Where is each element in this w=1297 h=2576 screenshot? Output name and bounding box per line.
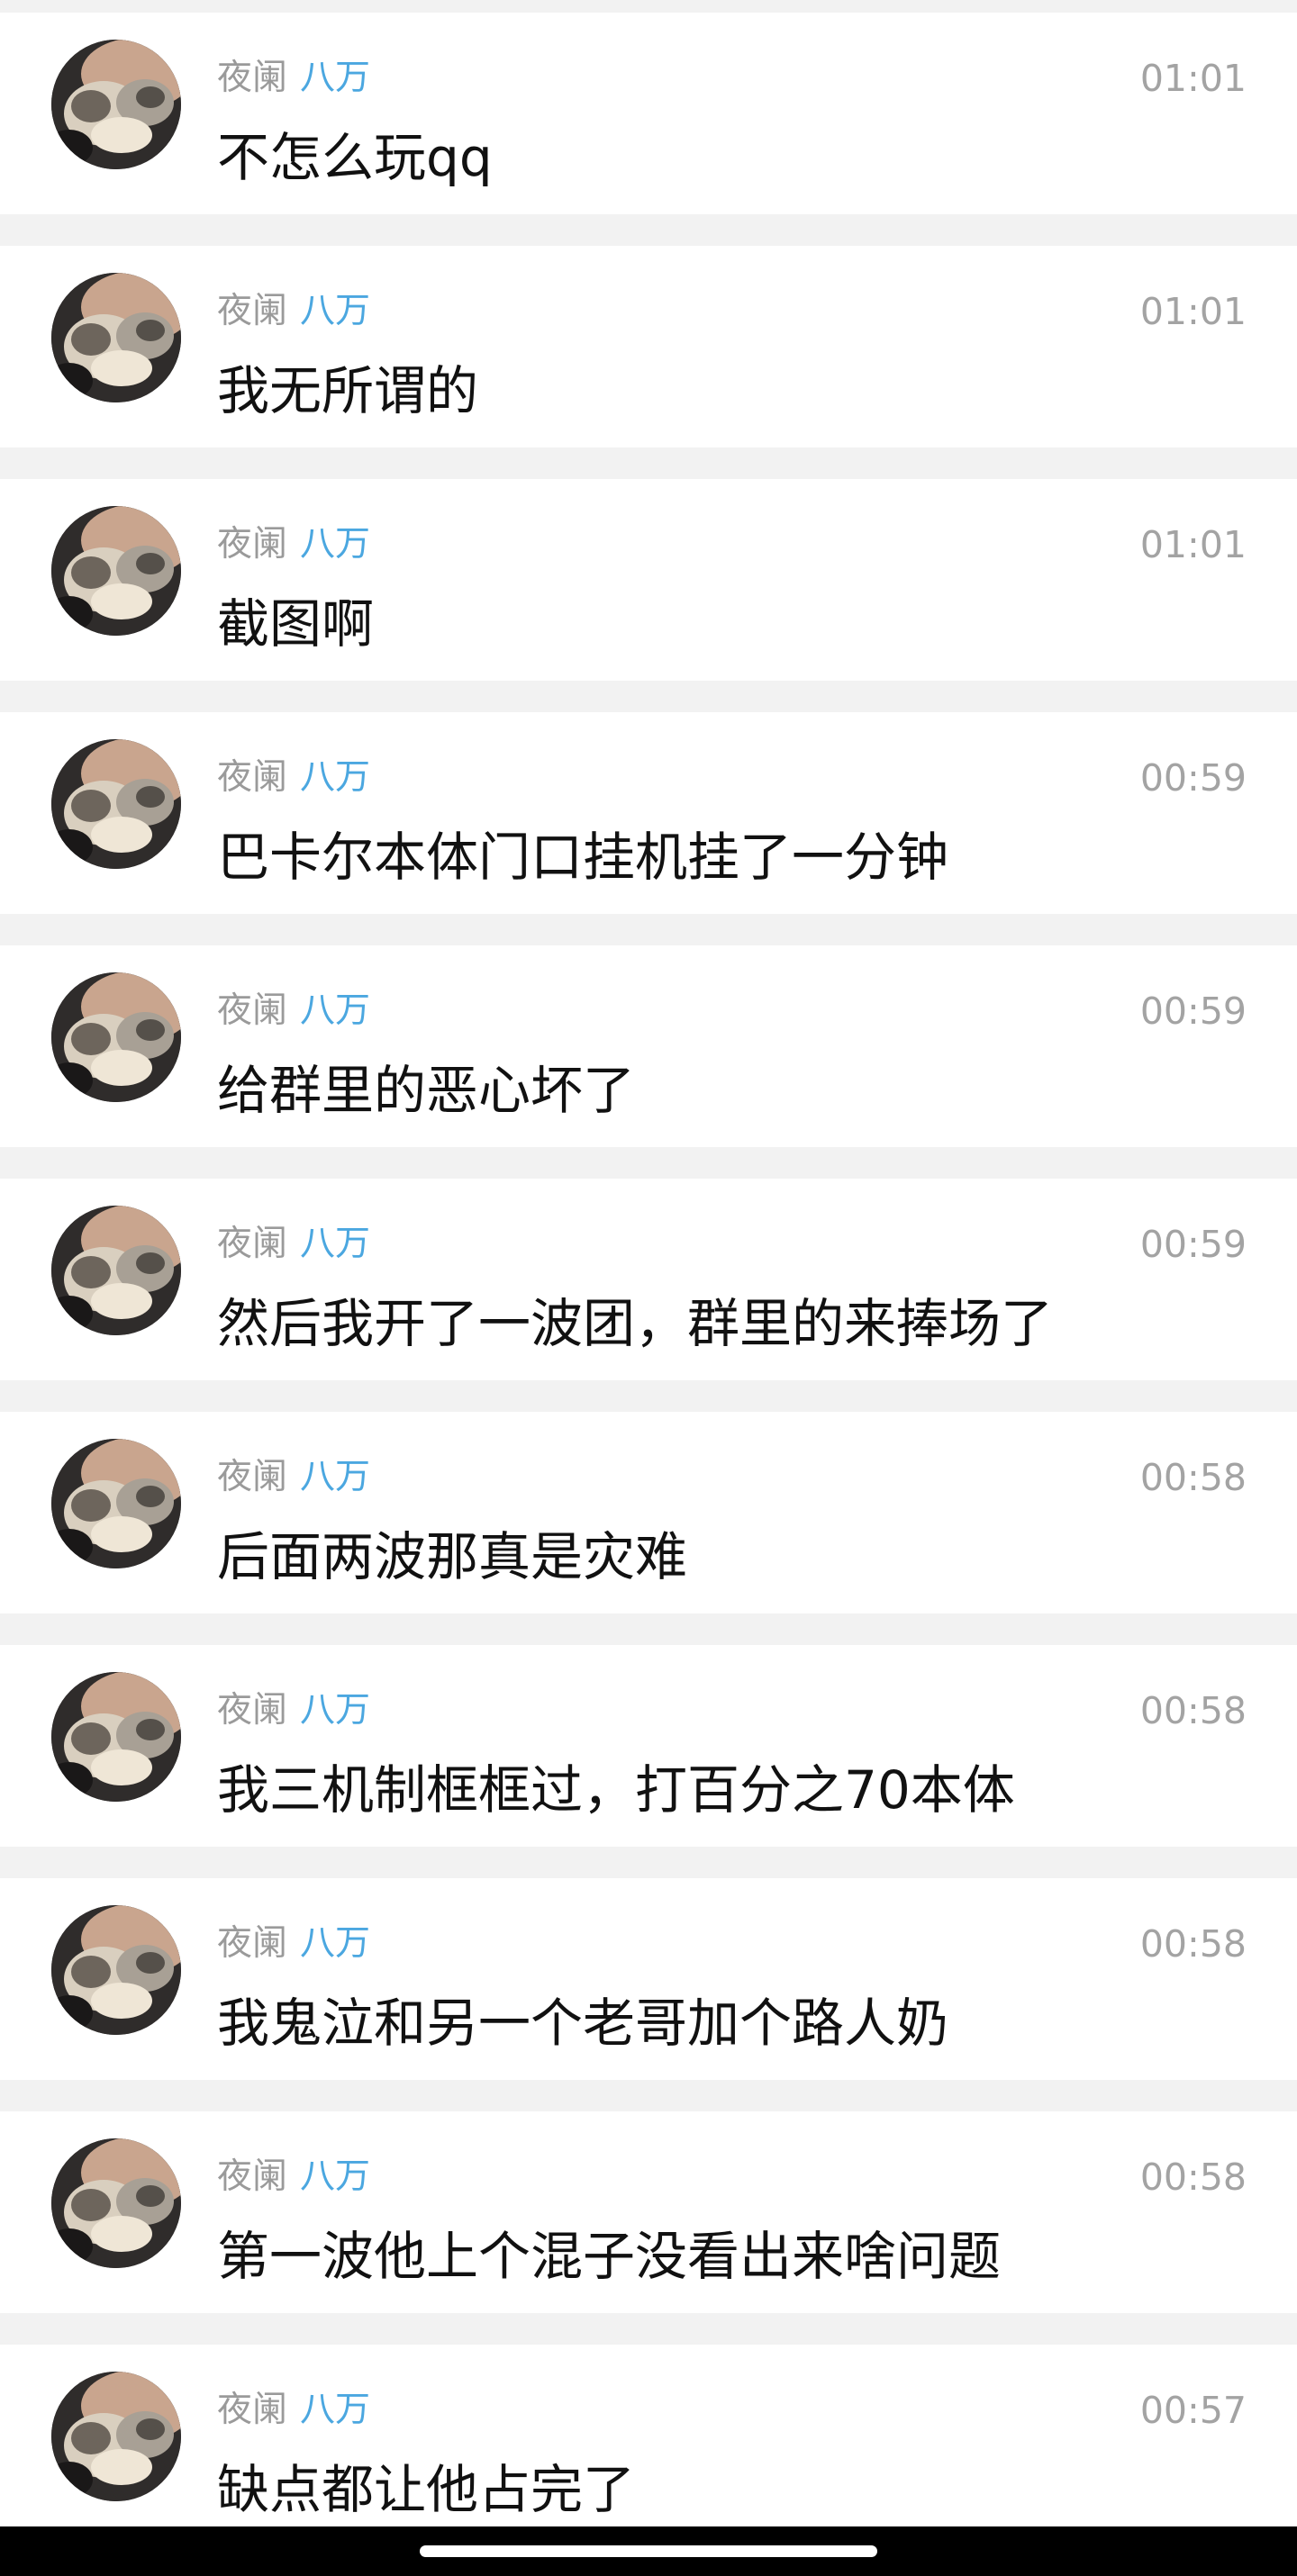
sender-name[interactable]: 夜阑 <box>217 1690 287 1731</box>
cat-avatar-icon <box>51 1206 181 1335</box>
sender-name[interactable]: 夜阑 <box>217 1457 287 1497</box>
sender-role: 八万 <box>300 1224 371 1264</box>
message-time: 00:58 <box>1139 1689 1247 1732</box>
avatar[interactable] <box>51 1672 181 1802</box>
cat-avatar-icon <box>51 506 181 636</box>
message-meta: 夜阑 八万 <box>217 2155 370 2200</box>
message-meta: 夜阑 八万 <box>217 56 370 101</box>
cat-avatar-icon <box>51 1439 181 1568</box>
message-time: 01:01 <box>1139 57 1247 100</box>
message-item[interactable]: 夜阑 八万 01:01 不怎么玩qq <box>0 13 1297 214</box>
message-text: 我三机制框框过，打百分之70本体 <box>217 1759 1015 1821</box>
sender-role: 八万 <box>300 757 371 798</box>
message-meta: 夜阑 八万 <box>217 755 370 800</box>
sender-role: 八万 <box>300 291 371 331</box>
message-meta: 夜阑 八万 <box>217 289 370 334</box>
message-meta: 夜阑 八万 <box>217 1688 370 1733</box>
sender-name[interactable]: 夜阑 <box>217 58 287 98</box>
sender-role: 八万 <box>300 2156 371 2197</box>
sender-role: 八万 <box>300 2390 371 2430</box>
sender-name[interactable]: 夜阑 <box>217 2390 287 2430</box>
message-time: 00:57 <box>1139 2389 1247 2432</box>
message-meta: 夜阑 八万 <box>217 1921 370 1966</box>
sender-role: 八万 <box>300 58 371 98</box>
sender-name[interactable]: 夜阑 <box>217 757 287 798</box>
message-time: 01:01 <box>1139 290 1247 333</box>
cat-avatar-icon <box>51 972 181 1102</box>
sender-role: 八万 <box>300 524 371 565</box>
cat-avatar-icon <box>51 1672 181 1802</box>
sender-name[interactable]: 夜阑 <box>217 990 287 1031</box>
sender-role: 八万 <box>300 1690 371 1731</box>
message-meta: 夜阑 八万 <box>217 989 370 1034</box>
message-time: 01:01 <box>1139 523 1247 566</box>
avatar[interactable] <box>51 40 181 169</box>
avatar[interactable] <box>51 1206 181 1335</box>
message-time: 00:59 <box>1139 1223 1247 1266</box>
message-item[interactable]: 夜阑 八万 00:57 缺点都让他占完了 <box>0 2345 1297 2546</box>
message-text: 不怎么玩qq <box>217 127 493 188</box>
message-item[interactable]: 夜阑 八万 00:58 我鬼泣和另一个老哥加个路人奶 <box>0 1878 1297 2080</box>
message-item[interactable]: 夜阑 八万 00:58 后面两波那真是灾难 <box>0 1412 1297 1613</box>
message-text: 我鬼泣和另一个老哥加个路人奶 <box>217 1993 949 2054</box>
message-time: 00:59 <box>1139 756 1247 800</box>
message-text: 缺点都让他占完了 <box>217 2459 636 2520</box>
cat-avatar-icon <box>51 40 181 169</box>
sender-role: 八万 <box>300 1923 371 1964</box>
home-indicator[interactable] <box>420 2545 877 2557</box>
avatar[interactable] <box>51 506 181 636</box>
message-item[interactable]: 夜阑 八万 00:59 然后我开了一波团，群里的来捧场了 <box>0 1179 1297 1380</box>
cat-avatar-icon <box>51 739 181 869</box>
bottom-bar <box>0 2526 1297 2576</box>
sender-role: 八万 <box>300 1457 371 1497</box>
message-meta: 夜阑 八万 <box>217 1222 370 1267</box>
avatar[interactable] <box>51 273 181 402</box>
message-text: 后面两波那真是灾难 <box>217 1526 688 1587</box>
message-text: 第一波他上个混子没看出来啥问题 <box>217 2226 1002 2287</box>
message-item[interactable]: 夜阑 八万 00:58 我三机制框框过，打百分之70本体 <box>0 1645 1297 1847</box>
message-text: 巴卡尔本体门口挂机挂了一分钟 <box>217 827 949 888</box>
message-time: 00:58 <box>1139 1456 1247 1499</box>
message-meta: 夜阑 八万 <box>217 1455 370 1500</box>
avatar[interactable] <box>51 972 181 1102</box>
sender-name[interactable]: 夜阑 <box>217 1923 287 1964</box>
cat-avatar-icon <box>51 273 181 402</box>
avatar[interactable] <box>51 2138 181 2268</box>
message-text: 给群里的恶心坏了 <box>217 1060 636 1121</box>
avatar[interactable] <box>51 1439 181 1568</box>
avatar[interactable] <box>51 739 181 869</box>
message-time: 00:59 <box>1139 990 1247 1033</box>
message-time: 00:58 <box>1139 1922 1247 1966</box>
sender-name[interactable]: 夜阑 <box>217 1224 287 1264</box>
message-meta: 夜阑 八万 <box>217 2388 370 2433</box>
sender-name[interactable]: 夜阑 <box>217 291 287 331</box>
message-time: 00:58 <box>1139 2156 1247 2199</box>
message-text: 然后我开了一波团，群里的来捧场了 <box>217 1293 1054 1354</box>
message-item[interactable]: 夜阑 八万 00:58 第一波他上个混子没看出来啥问题 <box>0 2111 1297 2313</box>
message-text: 我无所谓的 <box>217 360 479 421</box>
cat-avatar-icon <box>51 2138 181 2268</box>
sender-role: 八万 <box>300 990 371 1031</box>
cat-avatar-icon <box>51 1905 181 2035</box>
message-item[interactable]: 夜阑 八万 01:01 我无所谓的 <box>0 246 1297 447</box>
avatar[interactable] <box>51 1905 181 2035</box>
cat-avatar-icon <box>51 2372 181 2501</box>
avatar[interactable] <box>51 2372 181 2501</box>
message-item[interactable]: 夜阑 八万 00:59 巴卡尔本体门口挂机挂了一分钟 <box>0 712 1297 914</box>
message-item[interactable]: 夜阑 八万 01:01 截图啊 <box>0 479 1297 681</box>
message-item[interactable]: 夜阑 八万 00:59 给群里的恶心坏了 <box>0 945 1297 1147</box>
sender-name[interactable]: 夜阑 <box>217 2156 287 2197</box>
message-text: 截图啊 <box>217 593 375 655</box>
message-meta: 夜阑 八万 <box>217 522 370 567</box>
sender-name[interactable]: 夜阑 <box>217 524 287 565</box>
